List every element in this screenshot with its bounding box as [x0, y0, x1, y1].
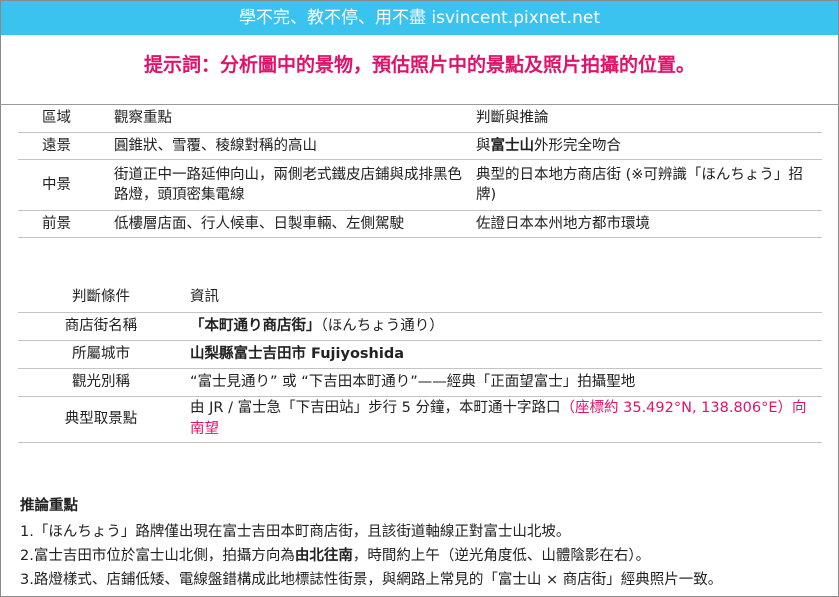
- header-inference: 判斷與推論: [470, 105, 822, 133]
- observation-cell: 低樓層店面、行人候車、日製車輛、左側駕駛: [108, 210, 470, 238]
- street-label: 商店街名稱: [18, 312, 184, 341]
- nickname-value: “富士見通り” 或 “下吉田本町通り”——經典「正面望富士」拍攝聖地: [184, 368, 822, 397]
- note-line: 3.路燈樣式、店鋪低矮、電線盤錯構成此地標誌性街景，與網路上常見的「富士山 × …: [20, 572, 723, 588]
- header-zone: 區域: [18, 105, 108, 133]
- spot-label: 典型取景點: [18, 396, 184, 443]
- inference-cell: 佐證日本本州地方都市環境: [470, 210, 822, 238]
- table-row: 商店街名稱 「本町通り商店街」（ほんちょう通り）: [18, 312, 822, 341]
- header-observation: 觀察重點: [108, 105, 470, 133]
- table-row: 所屬城市 山梨縣富士吉田市 Fujiyoshida: [18, 340, 822, 369]
- notes-title: 推論重點: [20, 498, 78, 514]
- zone-cell: 遠景: [18, 132, 108, 160]
- observation-cell: 圓錐狀、雪覆、稜線對稱的高山: [108, 132, 470, 160]
- table-row: 典型取景點 由 JR / 富士急「下吉田站」步行 5 分鐘，本町通十字路口（座標…: [18, 396, 822, 443]
- street-value: 「本町通り商店街」（ほんちょう通り）: [184, 312, 822, 341]
- nickname-label: 觀光別稱: [18, 368, 184, 397]
- table-row: 中景 街道正中一路延伸向山，兩側老式鐵皮店鋪與成排黑色路燈，頭頂密集電線 典型的…: [18, 159, 822, 211]
- table-header-row: 區域 觀察重點 判斷與推論: [18, 105, 822, 133]
- table-row: 遠景 圓錐狀、雪覆、稜線對稱的高山 與富士山外形完全吻合: [18, 132, 822, 160]
- note-line: 2.富士吉田市位於富士山北側，拍攝方向為由北往南，時間約上午（逆光角度低、山體陰…: [20, 548, 651, 564]
- inference-notes: 推論重點 1.「ほんちょう」路牌僅出現在富士吉田本町商店街，且該街道軸線正對富士…: [20, 494, 722, 592]
- scene-analysis-table: 區域 觀察重點 判斷與推論 遠景 圓錐狀、雪覆、稜線對稱的高山 與富士山外形完全…: [18, 105, 822, 238]
- info-header-row: 判斷條件 資訊: [18, 284, 822, 313]
- city-value: 山梨縣富士吉田市 Fujiyoshida: [184, 340, 822, 369]
- header-info: 資訊: [184, 284, 822, 313]
- inference-cell: 典型的日本地方商店街 (※可辨識「ほんちょう」招牌): [470, 159, 822, 211]
- city-label: 所屬城市: [18, 340, 184, 369]
- table-row: 觀光別稱 “富士見通り” 或 “下吉田本町通り”——經典「正面望富士」拍攝聖地: [18, 368, 822, 397]
- inference-cell: 與富士山外形完全吻合: [470, 132, 822, 160]
- zone-cell: 前景: [18, 210, 108, 238]
- site-banner: 學不完、教不停、用不盡 isvincent.pixnet.net: [1, 1, 838, 35]
- location-info-table: 判斷條件 資訊 商店街名稱 「本町通り商店街」（ほんちょう通り） 所屬城市 山梨…: [18, 284, 822, 443]
- zone-cell: 中景: [18, 159, 108, 211]
- spot-value: 由 JR / 富士急「下吉田站」步行 5 分鐘，本町通十字路口（座標約 35.4…: [184, 396, 822, 443]
- table-row: 前景 低樓層店面、行人候車、日製車輛、左側駕駛 佐證日本本州地方都市環境: [18, 210, 822, 238]
- header-condition: 判斷條件: [18, 284, 184, 313]
- observation-cell: 街道正中一路延伸向山，兩側老式鐵皮店鋪與成排黑色路燈，頭頂密集電線: [108, 159, 470, 211]
- note-line: 1.「ほんちょう」路牌僅出現在富士吉田本町商店街，且該街道軸線正對富士山北坡。: [20, 524, 571, 540]
- prompt-heading: 提示詞：分析圖中的景物，預估照片中的景點及照片拍攝的位置。: [143, 54, 695, 76]
